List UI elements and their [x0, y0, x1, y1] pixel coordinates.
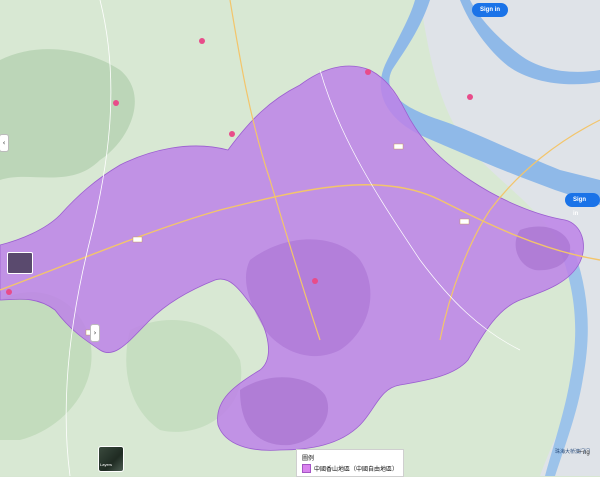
map-pin-icon[interactable] — [467, 94, 473, 100]
map-pin-icon[interactable] — [113, 100, 119, 106]
layers-label: Layers — [100, 462, 113, 467]
signin-button[interactable]: Sign in — [565, 193, 600, 217]
map-legend: 圖例 中國香山地區（中國自由地區） — [296, 449, 405, 477]
corner-label: 一ng — [577, 450, 590, 456]
legend-title: 圖例 — [302, 455, 315, 462]
layers-icon[interactable] — [98, 446, 124, 472]
road-shield-icon — [393, 143, 404, 150]
road-shield-icon — [459, 218, 470, 225]
map-pin-icon[interactable] — [365, 69, 371, 75]
map-pin-icon[interactable] — [6, 289, 12, 295]
map-pin-icon[interactable] — [312, 278, 318, 284]
legend-entry-label: 中國香山地區（中國自由地區） — [314, 466, 399, 473]
map-pin-icon[interactable] — [199, 38, 205, 44]
signin-button[interactable]: Sign in — [472, 3, 508, 17]
satellite-thumbnail[interactable] — [7, 252, 33, 274]
road-shield-icon — [132, 236, 143, 243]
legend-swatch — [302, 464, 311, 473]
chevron-icon[interactable]: › — [90, 324, 100, 342]
legend-entry: 中國香山地區（中國自由地區） — [302, 464, 398, 473]
map-pin-icon[interactable] — [229, 131, 235, 137]
map-canvas[interactable] — [0, 0, 600, 476]
chevron-icon[interactable]: ‹ — [0, 134, 9, 152]
